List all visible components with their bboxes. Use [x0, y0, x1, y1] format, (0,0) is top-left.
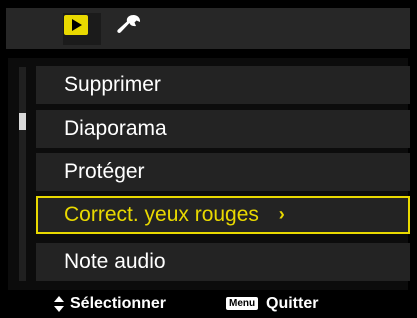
menu-item-supprimer[interactable]: Supprimer	[36, 66, 410, 104]
play-icon[interactable]	[63, 14, 89, 36]
scrollbar-track[interactable]	[19, 67, 26, 281]
menu-item-label: Diaporama	[64, 117, 167, 140]
menu-item-correct-yeux-rouges[interactable]: Correct. yeux rouges ›	[36, 196, 410, 234]
menu-item-label: Protéger	[64, 160, 145, 183]
wrench-icon[interactable]	[116, 13, 142, 37]
menu-item-proteger[interactable]: Protéger	[36, 153, 410, 191]
quit-hint-label: Quitter	[266, 295, 319, 312]
menu-item-label: Supprimer	[64, 73, 161, 96]
camera-menu-screen: Supprimer Diaporama Protéger Correct. ye…	[0, 0, 417, 318]
menu-key-badge: Menu	[226, 297, 259, 310]
chevron-right-icon: ›	[278, 204, 285, 224]
menu-item-label: Note audio	[64, 250, 166, 273]
hint-bar: Sélectionner Menu Quitter	[0, 290, 417, 318]
select-hint-label: Sélectionner	[70, 295, 167, 312]
menu-item-label: Correct. yeux rouges	[64, 203, 259, 226]
menu-item-note-audio[interactable]: Note audio	[36, 243, 410, 281]
menu-item-diaporama[interactable]: Diaporama	[36, 110, 410, 148]
up-down-arrows-icon	[54, 296, 64, 312]
scrollbar-thumb[interactable]	[19, 113, 26, 130]
